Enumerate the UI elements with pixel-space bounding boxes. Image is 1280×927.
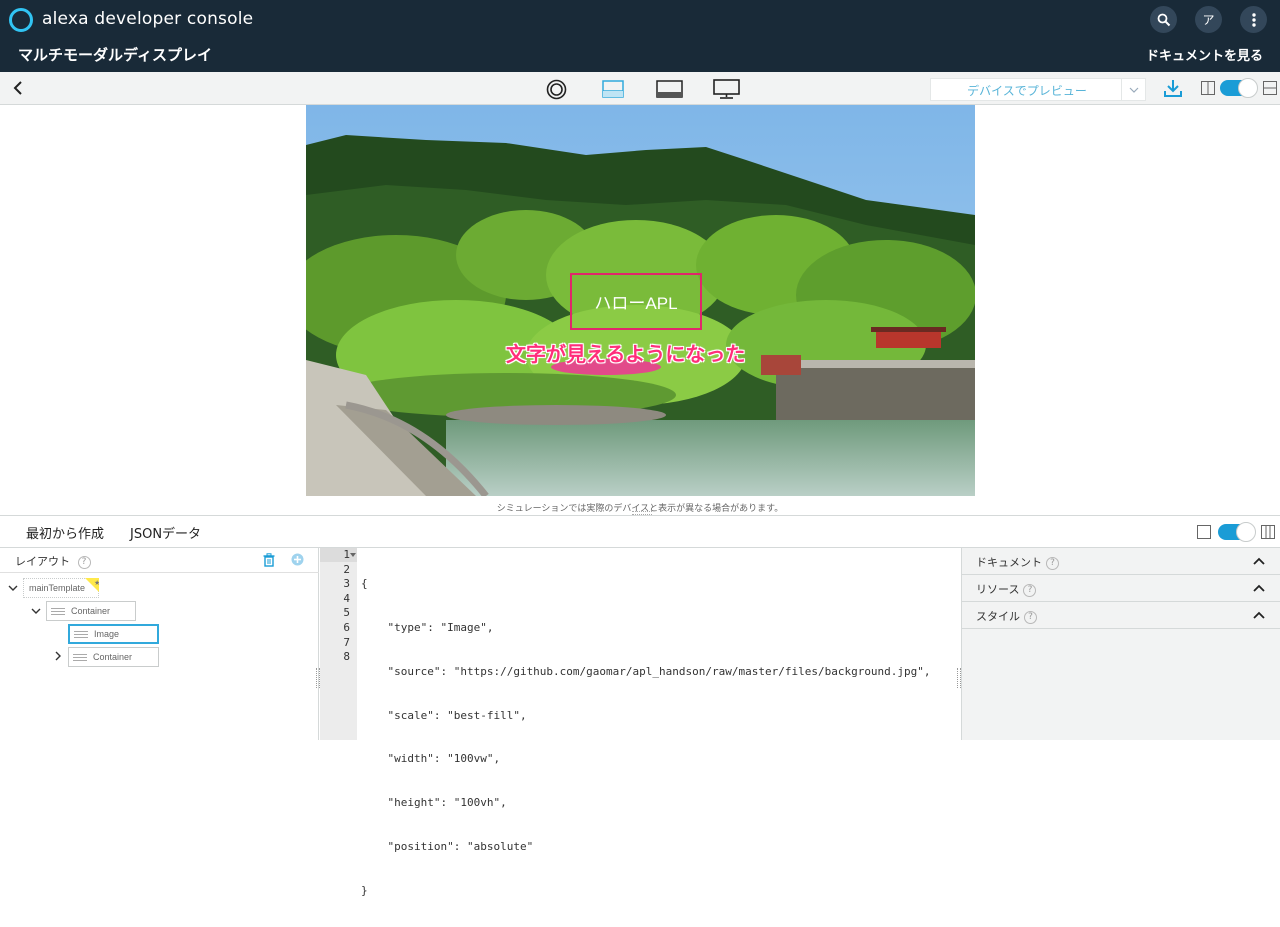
- chevron-up-icon[interactable]: [1253, 555, 1265, 567]
- more-vertical-icon: [1251, 12, 1256, 27]
- code-line: }: [361, 883, 368, 897]
- help-icon[interactable]: ?: [77, 555, 91, 569]
- line-number: 5: [343, 606, 350, 620]
- panel-layout-toggle[interactable]: [1218, 522, 1256, 542]
- line-number: 8: [343, 650, 350, 664]
- properties-panel: ドキュメント? リソース? スタイル?: [961, 548, 1280, 740]
- layout-toggle[interactable]: [1220, 78, 1258, 98]
- code-line: {: [361, 577, 368, 591]
- panel-split-icon[interactable]: [1261, 525, 1275, 539]
- line-number: 7: [343, 635, 350, 649]
- section-title: スタイル?: [976, 608, 1037, 624]
- round-display-icon[interactable]: [545, 78, 567, 100]
- svg-text:★: ★: [94, 579, 99, 587]
- more-menu-button[interactable]: [1240, 6, 1267, 33]
- code-line: "height": "100vh",: [361, 796, 507, 810]
- tree-node-image[interactable]: Image: [68, 624, 159, 644]
- tree-node-container[interactable]: Container: [68, 647, 159, 667]
- component-icon: [73, 653, 87, 661]
- top-header: alexa developer console マルチモーダルディスプレイ ドキ…: [0, 0, 1280, 72]
- line-number: 4: [343, 591, 350, 605]
- chevron-down-icon[interactable]: [1121, 79, 1145, 100]
- preview-on-device-label: デバイスでプレビュー: [967, 84, 1087, 98]
- chevron-down-icon[interactable]: [31, 605, 41, 618]
- hello-apl-text-box: ハローAPL: [570, 273, 702, 330]
- component-icon: [51, 607, 65, 615]
- line-number: 3: [343, 577, 350, 591]
- chevron-right-icon[interactable]: [54, 651, 62, 664]
- editor-gutter: 1 2 3 4 5 6 7 8: [320, 548, 357, 740]
- tv-icon[interactable]: [712, 78, 740, 100]
- code-line: "type": "Image",: [361, 620, 494, 634]
- page-title: マルチモーダルディスプレイ: [18, 46, 212, 64]
- toggle-knob: [1236, 522, 1256, 542]
- preview-toolbar: デバイスでプレビュー: [0, 72, 1280, 105]
- code-line: "scale": "best-fill",: [361, 708, 527, 722]
- preview-area: ハローAPL 文字が見えるようになった シミュレーションでは実際のデバイスと表示…: [0, 105, 1280, 515]
- section-document[interactable]: ドキュメント?: [962, 548, 1280, 575]
- help-icon[interactable]: ?: [1046, 556, 1059, 570]
- trash-icon[interactable]: [263, 553, 275, 567]
- search-icon: [1157, 13, 1170, 26]
- code-content[interactable]: { "type": "Image", "source": "https://gi…: [361, 548, 931, 927]
- line-number: 2: [343, 562, 350, 576]
- landscape-large-icon[interactable]: [655, 78, 683, 100]
- section-label: スタイル: [976, 610, 1020, 623]
- tab-json-data[interactable]: JSONデータ: [130, 523, 201, 550]
- tree-node-container[interactable]: Container: [46, 601, 136, 621]
- split-horizontal-icon[interactable]: [1263, 81, 1277, 95]
- help-icon[interactable]: ?: [1024, 610, 1037, 624]
- section-title: ドキュメント?: [976, 554, 1059, 570]
- line-number: 6: [343, 621, 350, 634]
- preview-on-device-select[interactable]: デバイスでプレビュー: [930, 78, 1146, 101]
- toggle-knob: [1238, 78, 1258, 98]
- fold-arrow-icon[interactable]: [350, 553, 356, 557]
- line-number: 1: [343, 548, 350, 561]
- section-resources[interactable]: リソース?: [962, 575, 1280, 602]
- tree-node-label: Image: [94, 629, 120, 639]
- chevron-up-icon[interactable]: [1253, 582, 1265, 594]
- section-label: ドキュメント: [976, 556, 1042, 569]
- section-title: リソース?: [976, 581, 1037, 597]
- annotation-text: 文字が見えるようになった: [506, 342, 746, 366]
- component-icon: [74, 630, 88, 638]
- code-line: "source": "https://github.com/gaomar/apl…: [361, 664, 931, 678]
- section-label: リソース: [976, 583, 1020, 596]
- split-vertical-icon[interactable]: [1201, 81, 1215, 95]
- search-button[interactable]: [1150, 6, 1177, 33]
- alexa-logo-icon[interactable]: [9, 8, 33, 32]
- back-arrow-icon[interactable]: [10, 79, 26, 97]
- chevron-up-icon[interactable]: [1253, 609, 1265, 621]
- landscape-small-icon[interactable]: [601, 78, 625, 100]
- code-editor[interactable]: 1 2 3 4 5 6 7 8 { "type": "Image", "sour…: [320, 548, 961, 897]
- layout-panel-title: レイアウト ?: [15, 553, 91, 569]
- hello-apl-text: ハローAPL: [594, 294, 678, 313]
- editor-tabs: 最初から作成 JSONデータ: [0, 515, 1280, 552]
- account-button[interactable]: ア: [1195, 6, 1222, 33]
- code-line: "position": "absolute": [361, 839, 534, 853]
- star-badge-icon: ★: [85, 578, 99, 592]
- brand-title[interactable]: alexa developer console: [42, 9, 253, 29]
- tree-node-main-template[interactable]: mainTemplate ★: [23, 578, 99, 598]
- layout-title-text: レイアウト: [15, 555, 70, 568]
- add-component-icon[interactable]: [291, 553, 304, 566]
- preview-background-image: ハローAPL 文字が見えるようになった: [306, 105, 975, 496]
- code-line: "width": "100vw",: [361, 752, 501, 766]
- section-styles[interactable]: スタイル?: [962, 602, 1280, 629]
- panel-single-icon[interactable]: [1197, 525, 1211, 539]
- layout-panel-header: レイアウト ?: [0, 548, 319, 573]
- download-icon[interactable]: [1163, 78, 1183, 98]
- help-icon[interactable]: ?: [1023, 583, 1037, 597]
- layout-panel: レイアウト ? mainTemplate ★ Container Image C…: [0, 548, 320, 740]
- tree-node-label: Container: [93, 652, 133, 662]
- account-avatar-label: ア: [1202, 13, 1215, 27]
- tree-node-label: mainTemplate: [29, 583, 86, 593]
- tree-node-label: Container: [71, 606, 111, 616]
- chevron-down-icon[interactable]: [8, 582, 18, 595]
- documentation-link[interactable]: ドキュメントを見る: [1146, 45, 1263, 64]
